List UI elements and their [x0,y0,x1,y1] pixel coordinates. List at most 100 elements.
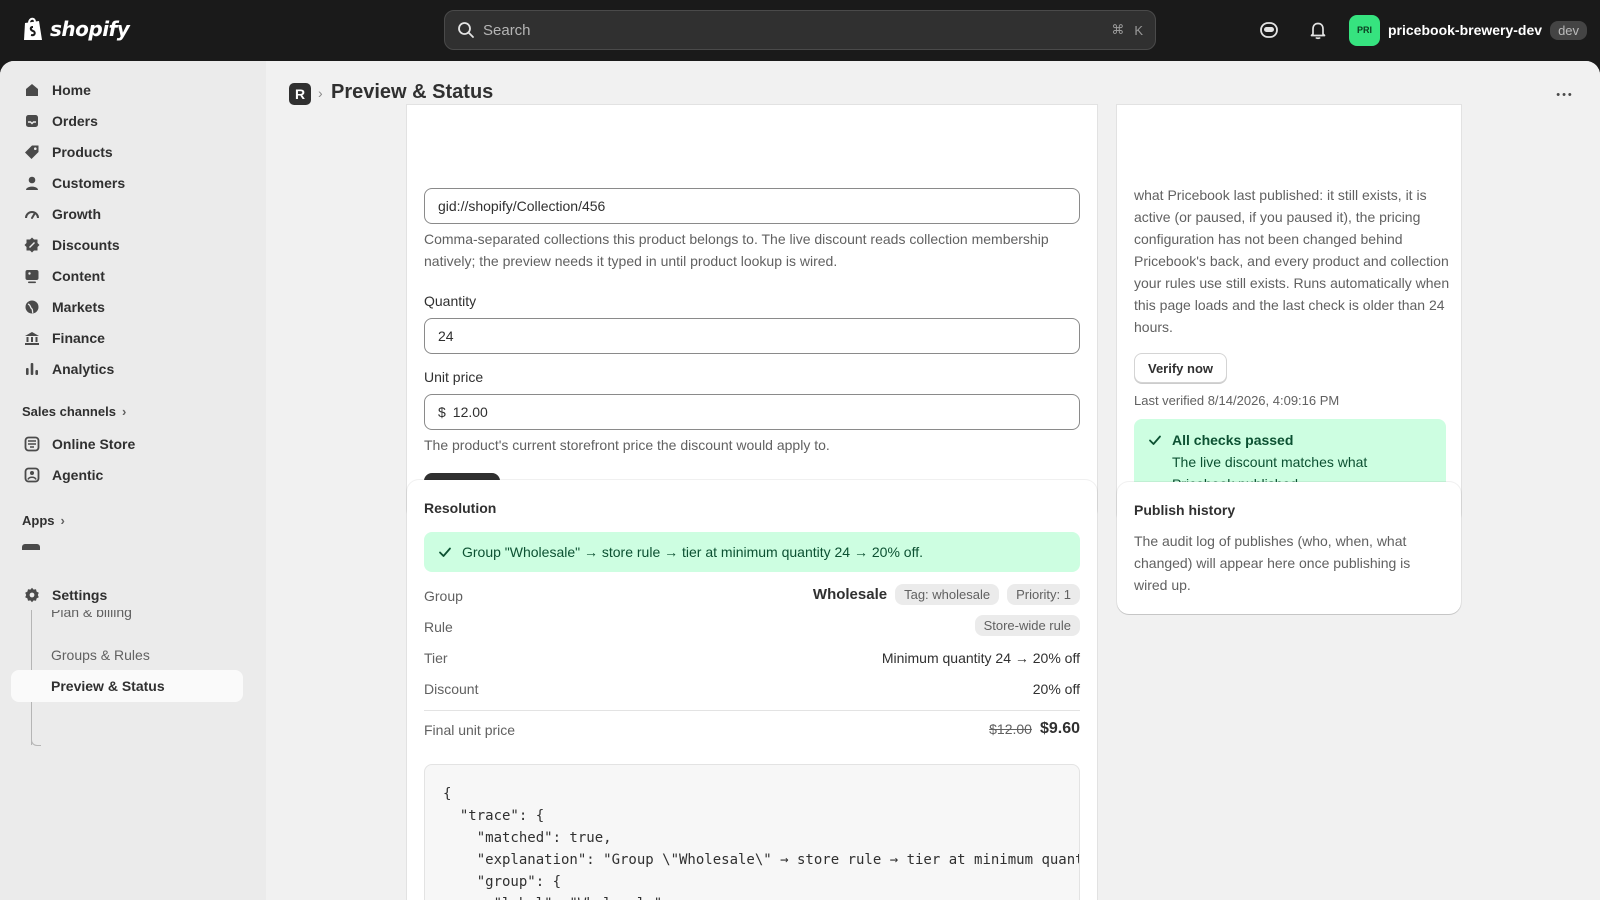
sidebar-item-discounts[interactable]: Discounts [12,229,242,260]
sub-item-groups-rules[interactable]: Groups & Rules [51,647,150,663]
app-icon[interactable]: R [289,83,311,105]
avatar: PRI [1349,14,1380,46]
verify-now-button[interactable]: Verify now [1134,353,1228,383]
sidebar-item-finance[interactable]: Finance [12,322,242,353]
discount-icon [24,237,40,252]
preview-form-card: gid://shopify/Collection/456 Comma-separ… [407,105,1097,521]
chevron-right-icon: › [121,404,127,419]
sidebar-item-orders[interactable]: Orders [12,105,242,136]
resolution-banner-text: Group "Wholesale" → store rule → tier at… [462,544,923,560]
group-tag-badge: Tag: wholesale [895,584,1000,605]
collections-help: Comma-separated collections this product… [424,231,1049,269]
publish-history-body: The audit log of publishes (who, when, w… [1134,533,1411,593]
image-icon [25,269,39,283]
store-icon [24,436,40,451]
final-price-label: Final unit price [424,722,516,738]
resolution-banner: Group "Wholesale" → store rule → tier at… [424,532,1080,572]
group-value: Wholesale Tag: wholesale Priority: 1 [813,584,1080,605]
sidebar-item-products[interactable]: Products [12,136,242,167]
sidebar-item-analytics[interactable]: Analytics [12,353,242,384]
page-title: Preview & Status [331,81,494,103]
sidebar-item-agentic[interactable]: Agentic [12,459,242,490]
top-bar: shopify Search ⌘ K PRI pricebook-brewery… [0,0,1600,61]
bar-chart-icon [26,362,38,375]
checks-passed-title: All checks passed [1172,432,1294,448]
sidebar-item-label: Content [52,267,105,284]
globe-icon [25,300,39,313]
sidebar: Home Orders Products Customers Growth Di… [0,61,266,900]
sidebar-item-label: Settings [52,586,108,603]
sales-channels-heading[interactable]: Sales channels › [22,404,126,419]
checkmark-icon [1149,435,1161,445]
rule-badge: Store-wide rule [974,615,1080,636]
final-price-value: $12.00 $9.60 [989,720,1080,738]
publish-history-title: Publish history [1134,502,1236,518]
breadcrumb-separator: › [318,85,323,101]
sub-item-clip: Plan & billing [0,610,266,625]
sidebar-item-label: Discounts [52,236,120,253]
quantity-value: 24 [438,328,454,344]
trace-json-block[interactable]: { "trace": { "matched": true, "explanati… [424,764,1080,900]
env-badge: dev [1550,20,1588,40]
sidebar-item-label: Finance [52,329,105,346]
home-icon [26,83,38,96]
unit-price-input[interactable]: $ 12.00 [424,394,1080,430]
logo-text: shopify [50,17,130,41]
apps-heading[interactable]: Apps › [22,513,65,528]
person-icon [26,176,38,190]
verification-description: what Pricebook last published: it still … [1134,187,1450,335]
sidebar-item-growth[interactable]: Growth [12,198,242,229]
app-item-partial [22,544,152,550]
ellipsis-icon: ••• [1556,89,1574,101]
group-priority-badge: Priority: 1 [1007,584,1080,605]
tier-value: Minimum quantity 24 → 20% off [882,650,1080,666]
shopify-logo[interactable]: shopify [22,16,130,42]
unit-price-label: Unit price [424,369,484,385]
tier-label: Tier [424,650,448,666]
sidebar-item-settings[interactable]: Settings [12,579,242,610]
bell-icon[interactable] [1307,19,1329,41]
more-actions-button[interactable]: ••• [1551,81,1579,109]
resolution-title: Resolution [424,500,497,516]
sidebar-item-label: Products [52,143,113,160]
collections-value: gid://shopify/Collection/456 [438,198,606,214]
group-label: Group [424,588,463,604]
sidebar-item-label: Online Store [52,435,136,452]
sidebar-item-online-store[interactable]: Online Store [12,428,242,459]
publish-history-card: Publish history The audit log of publish… [1117,482,1461,614]
sidebar-item-label: Home [52,81,91,98]
main-frame: Home Orders Products Customers Growth Di… [0,61,1600,900]
original-price: $12.00 [989,721,1032,737]
tree-branch [31,737,41,746]
shortcut-cmd: ⌘ [1111,22,1125,37]
sales-channels-label: Sales channels [22,404,116,419]
search-input[interactable]: Search ⌘ K [444,10,1156,50]
rule-label: Rule [424,619,453,635]
sidebar-item-label: Markets [52,298,105,315]
resolution-card: Resolution Group "Wholesale" → store rul… [407,480,1097,900]
sidebar-item-customers[interactable]: Customers [12,167,242,198]
divider [424,710,1080,711]
robot-icon [24,467,40,482]
gear-icon [25,587,39,602]
collections-input[interactable]: gid://shopify/Collection/456 [424,188,1080,224]
gauge-icon [25,210,39,219]
account-menu[interactable]: PRI pricebook-brewery-dev dev [1349,14,1588,46]
sub-item-preview-status[interactable]: Preview & Status [51,678,165,694]
final-price: $9.60 [1039,720,1080,737]
search-icon [458,22,474,38]
apps-label: Apps [22,513,55,528]
sidekick-icon[interactable] [1258,19,1280,41]
chevron-right-icon: › [60,513,65,528]
sidebar-item-label: Customers [52,174,126,191]
sidebar-item-label: Agentic [52,466,104,483]
unit-price-value: 12.00 [452,404,488,420]
tag-icon [25,145,39,159]
sub-item-plan-billing[interactable]: Plan & billing [51,610,132,620]
sidebar-item-label: Orders [52,112,98,129]
quantity-input[interactable]: 24 [424,318,1080,354]
sidebar-item-home[interactable]: Home [12,74,242,105]
sidebar-item-content[interactable]: Content [12,260,242,291]
sidebar-item-markets[interactable]: Markets [12,291,242,322]
verification-card: what Pricebook last published: it still … [1117,105,1461,525]
